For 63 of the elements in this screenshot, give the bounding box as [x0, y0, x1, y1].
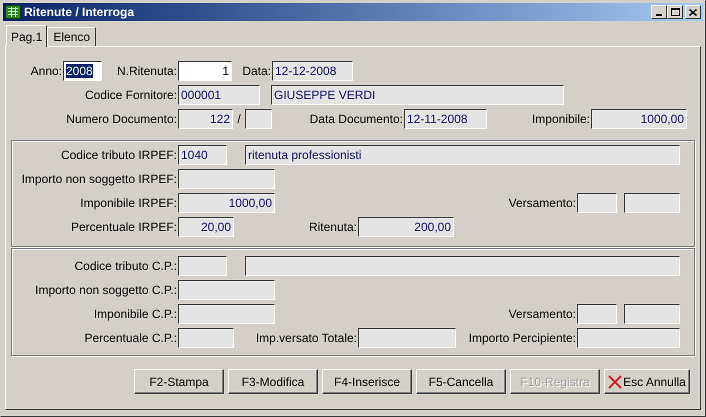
text-field[interactable] [577, 304, 617, 324]
text-field[interactable]: 20,00 [178, 217, 234, 237]
window-title: Ritenute / Interroga [24, 4, 134, 21]
text-field[interactable]: 12-12-2008 [272, 61, 353, 81]
text-field[interactable] [577, 193, 617, 213]
text-field[interactable]: ritenuta professionisti [245, 145, 680, 165]
text-field[interactable]: 12-11-2008 [404, 109, 487, 129]
text-field[interactable] [245, 109, 272, 129]
field-label: Importo non soggetto C.P.: [34, 282, 177, 299]
field-label: Imponibile C.P.: [92, 306, 177, 323]
action-button[interactable]: F2-Stampa [134, 369, 224, 394]
text-field[interactable]: 1000,00 [591, 109, 687, 129]
text-field[interactable] [178, 256, 227, 276]
minimize-icon [656, 14, 662, 16]
action-button[interactable]: F3-Modifica [228, 369, 318, 394]
text-field[interactable] [178, 328, 234, 348]
field-label: Data Documento: [308, 111, 403, 128]
field-label: N.Ritenuta: [116, 63, 177, 80]
maximize-icon [670, 8, 680, 16]
field-label: Imp.versato Totale: [254, 330, 357, 347]
maximize-button[interactable] [667, 5, 683, 19]
cancel-icon [608, 374, 622, 388]
close-button[interactable] [685, 5, 701, 19]
text-field[interactable] [178, 280, 275, 300]
text-field[interactable] [178, 304, 275, 324]
field-label: Data: [241, 63, 271, 80]
text-field[interactable] [624, 304, 680, 324]
field-label: Percentuale C.P.: [83, 330, 177, 347]
field-label: Imponibile: [530, 111, 590, 128]
minimize-button[interactable] [651, 5, 667, 19]
text-field[interactable] [624, 193, 680, 213]
text-field[interactable]: 1000,00 [178, 193, 275, 213]
action-button[interactable]: F5-Cancella [416, 369, 506, 394]
field-label: Importo Percipiente: [468, 330, 576, 347]
grid-icon [5, 5, 21, 19]
text-field[interactable] [358, 328, 456, 348]
field-label: Codice Fornitore: [84, 87, 177, 104]
text-field[interactable] [178, 169, 275, 189]
text-field[interactable]: 2008 [63, 61, 102, 81]
text-field[interactable]: 000001 [178, 85, 260, 105]
action-button[interactable]: F4-Inserisce [322, 369, 412, 394]
field-label: Importo non soggetto IRPEF: [20, 171, 177, 188]
close-icon [689, 8, 697, 16]
text-field[interactable]: 200,00 [358, 217, 454, 237]
text-field[interactable]: 1040 [178, 145, 227, 165]
text-field[interactable] [245, 256, 680, 276]
field-label: Versamento: [508, 195, 576, 212]
field-label: Numero Documento: [65, 111, 177, 128]
tab[interactable]: Pag.1 [6, 25, 48, 47]
field-label: Percentuale IRPEF: [70, 219, 177, 236]
tab[interactable]: Elenco [47, 27, 96, 46]
text-field[interactable]: GIUSEPPE VERDI [271, 85, 564, 105]
field-label: Versamento: [508, 306, 576, 323]
text-field[interactable]: 1 [178, 61, 232, 81]
text-field[interactable]: 122 [178, 109, 233, 129]
field-label: Imponibile IRPEF: [79, 195, 177, 212]
field-label: Ritenuta: [308, 219, 357, 236]
text-field[interactable] [577, 328, 680, 348]
action-button[interactable]: Esc Annulla [604, 369, 690, 394]
field-label: Anno: [30, 63, 62, 80]
field-label: / [236, 111, 242, 128]
field-label: Codice tributo C.P.: [74, 258, 177, 275]
field-label: Codice tributo IRPEF: [60, 147, 177, 164]
